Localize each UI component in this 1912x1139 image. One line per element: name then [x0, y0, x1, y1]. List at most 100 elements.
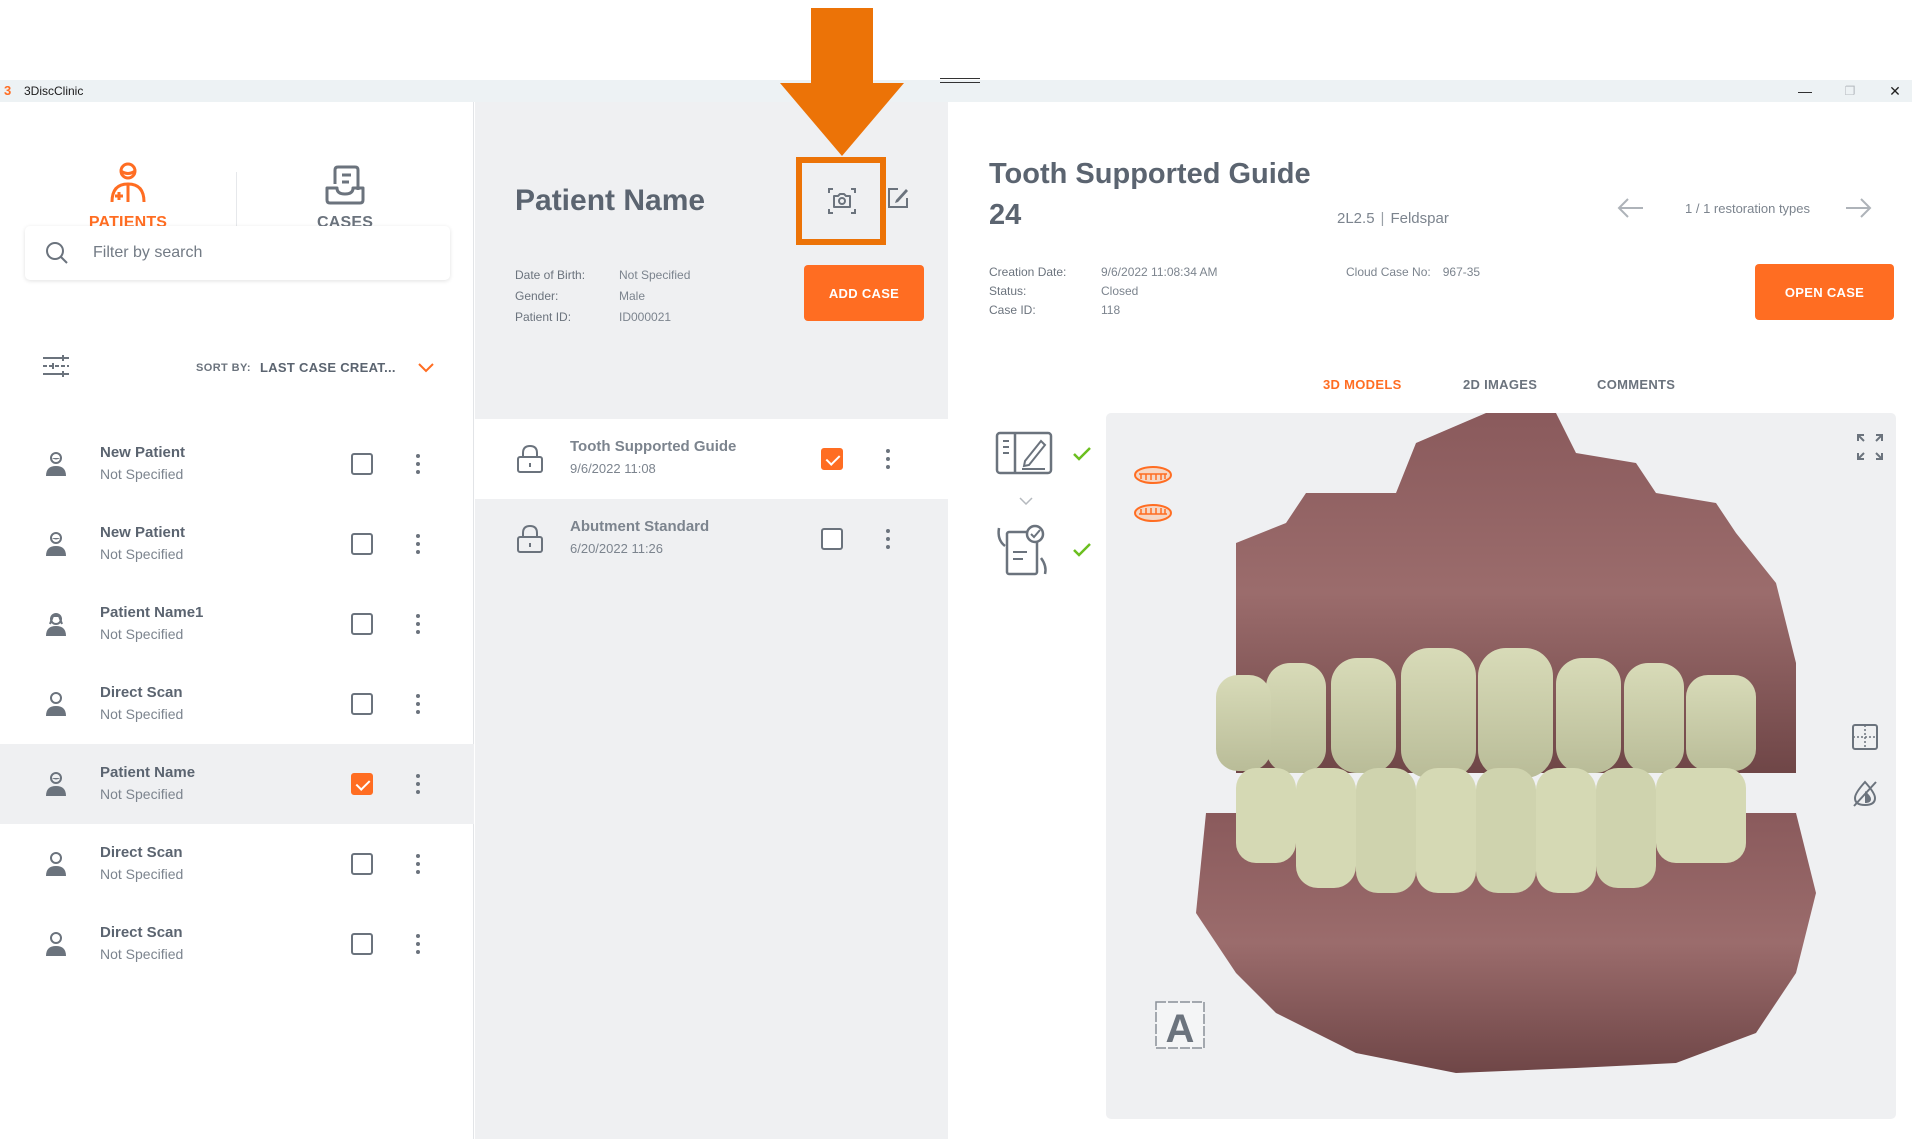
patient-row[interactable]: Patient Name1 Not Specified [0, 584, 474, 664]
fullscreen-icon[interactable] [1856, 433, 1884, 461]
lock-icon [517, 444, 543, 473]
nav-tab-patients[interactable]: PATIENTS [28, 162, 228, 232]
window-titlebar: 3 3DiscClinic — ❐ ✕ [0, 80, 1912, 102]
arrow-left-icon[interactable] [1617, 198, 1645, 218]
arrow-right-icon[interactable] [1844, 198, 1872, 218]
case-checkbox-checked[interactable] [821, 448, 843, 470]
check-icon [1073, 447, 1091, 461]
case-list: Tooth Supported Guide 9/6/2022 11:08 Abu… [475, 419, 948, 579]
patient-avatar-icon [46, 852, 66, 876]
case-id-value: 118 [1101, 303, 1121, 317]
section-view-icon[interactable] [1851, 723, 1879, 751]
patient-subtitle: Not Specified [100, 946, 184, 962]
status-label: Status: [989, 284, 1027, 298]
workflow-steps [995, 427, 1105, 587]
patient-subtitle: Not Specified [100, 546, 184, 562]
more-options-icon[interactable] [413, 694, 423, 718]
search-icon [46, 242, 68, 264]
patient-checkbox[interactable] [351, 853, 373, 875]
close-button[interactable]: ✕ [1875, 80, 1912, 102]
patient-subtitle: Not Specified [100, 706, 184, 722]
minimize-button[interactable]: — [1785, 80, 1825, 102]
design-form-icon[interactable] [995, 431, 1053, 475]
patient-checkbox[interactable] [351, 613, 373, 635]
dob-label: Date of Birth: [515, 268, 586, 282]
dental-scan-model[interactable] [1156, 413, 1856, 1119]
patient-row[interactable]: New Patient Not Specified [0, 424, 474, 504]
3d-model-viewer[interactable]: A [1106, 413, 1896, 1119]
sort-dropdown[interactable]: SORT BY: LAST CASE CREAT... [196, 360, 434, 375]
patient-checkbox-checked[interactable] [351, 773, 373, 795]
patient-subtitle: Not Specified [100, 866, 184, 882]
patient-checkbox[interactable] [351, 693, 373, 715]
cloud-case-label: Cloud Case No: [1346, 265, 1431, 279]
material-value: Feldspar [1390, 210, 1449, 227]
patient-avatar-icon [46, 692, 66, 716]
patient-row-selected[interactable]: Patient Name Not Specified [0, 744, 474, 824]
patient-checkbox[interactable] [351, 933, 373, 955]
patient-row[interactable]: New Patient Not Specified [0, 504, 474, 584]
patient-name: Direct Scan [100, 684, 183, 701]
creation-date-label: Creation Date: [989, 265, 1067, 279]
restoration-navigator: 1 / 1 restoration types [1617, 198, 1872, 218]
more-options-icon[interactable] [883, 449, 893, 473]
case-name: Tooth Supported Guide [570, 438, 737, 455]
nav-tab-cases[interactable]: CASES [245, 162, 445, 232]
lock-icon [517, 524, 543, 553]
case-row[interactable]: Abutment Standard 6/20/2022 11:26 [475, 499, 948, 579]
more-options-icon[interactable] [413, 454, 423, 478]
patient-avatar-female-icon [46, 613, 66, 636]
tab-comments[interactable]: COMMENTS [1597, 377, 1675, 392]
restore-button[interactable]: ❐ [1830, 80, 1870, 102]
close-icon: ✕ [1889, 82, 1901, 99]
orientation-cube[interactable]: A [1154, 996, 1206, 1052]
app-logo-icon: 3 [4, 83, 12, 98]
patient-subtitle: Not Specified [100, 786, 184, 802]
patient-row[interactable]: Direct Scan Not Specified [0, 824, 474, 904]
patient-row[interactable]: Direct Scan Not Specified [0, 904, 474, 984]
edit-icon[interactable] [886, 186, 910, 210]
case-id-label: Case ID: [989, 303, 1036, 317]
restore-icon: ❐ [1844, 84, 1856, 98]
open-case-button[interactable]: OPEN CASE [1755, 264, 1894, 320]
nav-divider [236, 172, 237, 227]
patient-checkbox[interactable] [351, 453, 373, 475]
patient-avatar-icon [46, 772, 66, 796]
window-drag-grip[interactable] [940, 78, 980, 83]
tab-3d-models[interactable]: 3D MODELS [1323, 377, 1402, 392]
lower-jaw-icon[interactable] [1133, 503, 1173, 523]
case-checkbox[interactable] [821, 528, 843, 550]
sort-value: LAST CASE CREAT... [259, 360, 396, 375]
more-options-icon[interactable] [413, 534, 423, 558]
more-options-icon[interactable] [413, 934, 423, 958]
case-details-panel: Tooth Supported Guide 24 2L2.5 | Feldspar … [949, 102, 1912, 1139]
patient-row[interactable]: Direct Scan Not Specified [0, 664, 474, 744]
add-case-button[interactable]: ADD CASE [804, 265, 924, 321]
more-options-icon[interactable] [413, 854, 423, 878]
more-options-icon[interactable] [413, 774, 423, 798]
patient-subtitle: Not Specified [100, 466, 184, 482]
patient-name: Direct Scan [100, 844, 183, 861]
upper-jaw-icon[interactable] [1133, 465, 1173, 485]
check-icon [1073, 543, 1091, 557]
search-input[interactable] [93, 240, 433, 266]
more-options-icon[interactable] [883, 529, 893, 553]
texture-off-icon[interactable] [1851, 779, 1879, 807]
more-options-icon[interactable] [413, 614, 423, 638]
patients-sidebar: PATIENTS CASES SORT BY: LAST CASE CREAT.… [0, 102, 474, 1139]
chevron-down-icon [1019, 497, 1033, 505]
cloud-case-info: Cloud Case No: 967-35 [1346, 263, 1480, 282]
orientation-a-icon: A [1155, 1001, 1205, 1051]
chevron-down-icon [418, 362, 434, 372]
filter-settings-icon[interactable] [43, 355, 69, 377]
patient-checkbox[interactable] [351, 533, 373, 555]
restoration-count: 1 / 1 restoration types [1685, 200, 1811, 216]
case-date: 9/6/2022 11:08 [570, 461, 656, 476]
tab-2d-images[interactable]: 2D IMAGES [1463, 377, 1537, 392]
case-date: 6/20/2022 11:26 [570, 541, 664, 556]
case-row-selected[interactable]: Tooth Supported Guide 9/6/2022 11:08 [475, 419, 948, 499]
patient-avatar-icon [46, 532, 66, 556]
patient-name: New Patient [100, 524, 186, 541]
patient-list: New Patient Not Specified New Patient No… [0, 424, 474, 984]
approval-document-icon[interactable] [995, 524, 1053, 578]
